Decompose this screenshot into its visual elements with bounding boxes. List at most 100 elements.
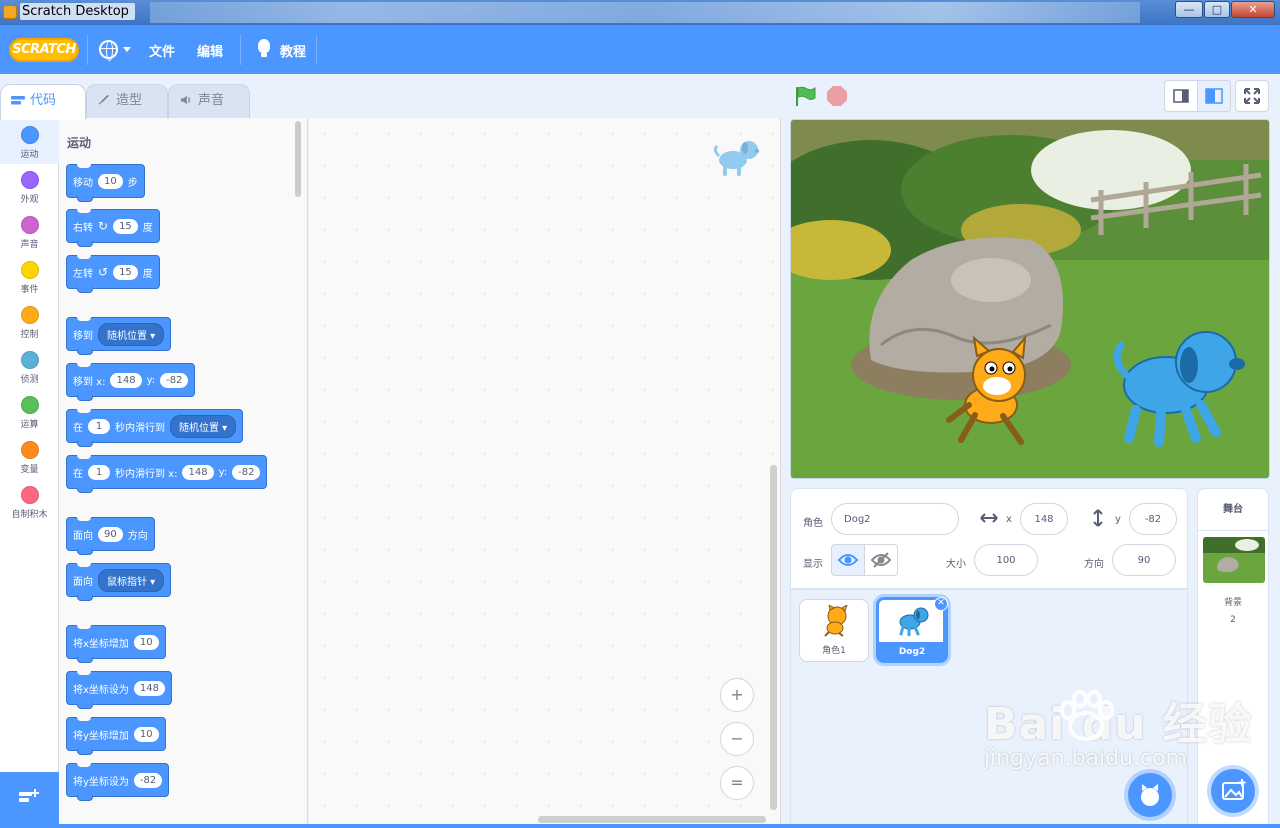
minimize-button[interactable]: — xyxy=(1175,1,1203,18)
block-set-y[interactable]: 将y坐标设为 -82 xyxy=(66,763,170,801)
point-towards-dropdown[interactable]: 鼠标指针 xyxy=(98,568,165,592)
block-turn-right[interactable]: 右转 ↻ 15 度 xyxy=(66,209,160,247)
category-motion[interactable]: 运动 xyxy=(0,120,59,164)
steps-input[interactable]: 10 xyxy=(98,173,123,189)
category-looks[interactable]: 外观 xyxy=(0,165,59,209)
degrees-input[interactable]: 15 xyxy=(113,218,138,234)
seconds-input[interactable]: 1 xyxy=(88,464,110,480)
events-dot-icon xyxy=(20,261,39,279)
block-point-in-direction[interactable]: 面向 90 方向 xyxy=(66,517,155,555)
current-sprite-dog-icon xyxy=(713,141,759,176)
block-turn-left[interactable]: 左转 ↺ 15 度 xyxy=(66,255,160,293)
direction-input[interactable]: 90 xyxy=(98,526,123,542)
zoom-out-button[interactable]: − xyxy=(720,722,754,756)
workspace-vertical-scrollbar[interactable] xyxy=(770,465,777,810)
block-glide-xy[interactable]: 在 1 秒内滑行到 x: 148 y: -82 xyxy=(66,455,268,493)
y-input[interactable]: -82 xyxy=(160,372,189,388)
block-palette: 运动 移动 10 步 右转 ↻ 15 度 左转 ↺ 15 度 移到随机位置 移到 x: 148 y:… xyxy=(59,118,308,826)
stop-icon[interactable] xyxy=(827,86,847,106)
direction-input[interactable]: 90 xyxy=(1112,544,1176,576)
glide-target-dropdown[interactable]: 随机位置 xyxy=(170,414,237,438)
code-workspace[interactable] xyxy=(309,118,781,826)
sprite-tile-cat[interactable]: 角色1 xyxy=(799,599,869,662)
tab-code[interactable]: 代码 xyxy=(0,84,86,120)
block-glide-to[interactable]: 在 1 秒内滑行到 随机位置 xyxy=(66,409,244,447)
code-icon xyxy=(11,96,25,105)
category-events[interactable]: 事件 xyxy=(0,255,59,299)
sprite-tile-label: 角色1 xyxy=(822,646,846,656)
bottom-edge xyxy=(0,824,1280,828)
block-text: 秒内滑行到 x: xyxy=(115,468,178,480)
tab-sounds[interactable]: 声音 xyxy=(168,84,250,118)
set-y-input[interactable]: -82 xyxy=(133,772,163,788)
image-add-icon xyxy=(1222,779,1246,800)
tab-costumes[interactable]: 造型 xyxy=(86,84,168,118)
fullscreen-button[interactable] xyxy=(1235,80,1269,112)
block-text: 将y坐标设为 xyxy=(73,776,129,788)
close-button[interactable]: ✕ xyxy=(1231,1,1275,18)
x-input[interactable]: 148 xyxy=(110,372,142,388)
change-y-input[interactable]: 10 xyxy=(133,726,159,742)
maximize-button[interactable]: □ xyxy=(1204,1,1230,18)
file-menu[interactable]: 文件 xyxy=(149,41,175,60)
block-set-x[interactable]: 将x坐标设为 148 xyxy=(66,671,173,709)
palette-scrollbar[interactable] xyxy=(295,121,301,197)
category-control[interactable]: 控制 xyxy=(0,300,59,344)
scratch-logo[interactable]: SCRATCH xyxy=(9,38,79,62)
block-move-steps[interactable]: 移动 10 步 xyxy=(66,164,145,202)
category-sensing[interactable]: 侦测 xyxy=(0,345,59,389)
sprite-name-label: 角色 xyxy=(803,518,823,529)
add-sprite-button[interactable] xyxy=(1128,773,1172,817)
eye-icon xyxy=(837,554,859,566)
backdrops-count: 2 xyxy=(1230,615,1236,625)
show-label: 显示 xyxy=(803,559,823,570)
goto-target-dropdown[interactable]: 随机位置 xyxy=(98,322,165,346)
workspace-horizontal-scrollbar[interactable] xyxy=(538,816,766,823)
category-sound[interactable]: 声音 xyxy=(0,210,59,254)
category-variables[interactable]: 变量 xyxy=(0,435,59,479)
backdrop-thumbnail[interactable] xyxy=(1203,537,1265,583)
category-operators[interactable]: 运算 xyxy=(0,390,59,434)
x-position-input[interactable]: 148 xyxy=(1020,503,1068,535)
delete-sprite-button[interactable]: ✕ xyxy=(934,597,948,611)
fullscreen-icon xyxy=(1244,88,1260,104)
seconds-input[interactable]: 1 xyxy=(88,418,110,434)
language-globe-icon[interactable] xyxy=(99,40,118,61)
add-extension-button[interactable] xyxy=(0,772,59,824)
sprite-tile-dog2[interactable]: Dog2 ✕ xyxy=(876,597,948,663)
sprite-info-panel: 角色 Dog2 x 148 y -82 显示 大小 100 方向 90 xyxy=(790,488,1188,589)
block-text: 步 xyxy=(127,177,138,189)
zoom-reset-button[interactable]: = xyxy=(720,766,754,800)
block-change-x[interactable]: 将x坐标增加 10 xyxy=(66,625,166,663)
tutorials-menu[interactable]: 教程 xyxy=(280,41,306,60)
sound-dot-icon xyxy=(20,216,39,234)
add-backdrop-button[interactable] xyxy=(1211,769,1255,813)
change-x-input[interactable]: 10 xyxy=(133,634,159,650)
degrees-input[interactable]: 15 xyxy=(113,264,138,280)
chevron-down-icon[interactable] xyxy=(123,47,131,52)
edit-menu[interactable]: 编辑 xyxy=(197,41,223,60)
zoom-in-button[interactable]: + xyxy=(720,678,754,712)
small-stage-button[interactable] xyxy=(1164,80,1198,112)
y-input[interactable]: -82 xyxy=(232,464,261,480)
lightbulb-icon[interactable] xyxy=(258,39,270,57)
green-flag-icon[interactable] xyxy=(794,86,816,106)
set-x-input[interactable]: 148 xyxy=(133,680,166,696)
block-text: 面向 xyxy=(73,530,93,542)
y-position-arrow-icon xyxy=(1093,509,1103,527)
stage-header: 舞台 xyxy=(1198,489,1268,531)
stage-canvas[interactable] xyxy=(790,119,1270,479)
hide-sprite-button[interactable] xyxy=(864,544,898,576)
block-goto[interactable]: 移到 随机位置 xyxy=(66,317,172,355)
block-change-y[interactable]: 将y坐标增加 10 xyxy=(66,717,166,755)
sprite-name-input[interactable]: Dog2 xyxy=(831,503,959,535)
x-input[interactable]: 148 xyxy=(182,464,214,480)
size-input[interactable]: 100 xyxy=(974,544,1038,576)
large-stage-button[interactable] xyxy=(1197,80,1231,112)
y-position-input[interactable]: -82 xyxy=(1129,503,1177,535)
category-my-blocks[interactable]: 自制积木 xyxy=(0,480,59,524)
block-point-towards[interactable]: 面向 鼠标指针 xyxy=(66,563,172,601)
block-text: 将x坐标增加 xyxy=(73,638,129,650)
show-sprite-button[interactable] xyxy=(831,544,865,576)
block-goto-xy[interactable]: 移到 x: 148 y: -82 xyxy=(66,363,196,401)
